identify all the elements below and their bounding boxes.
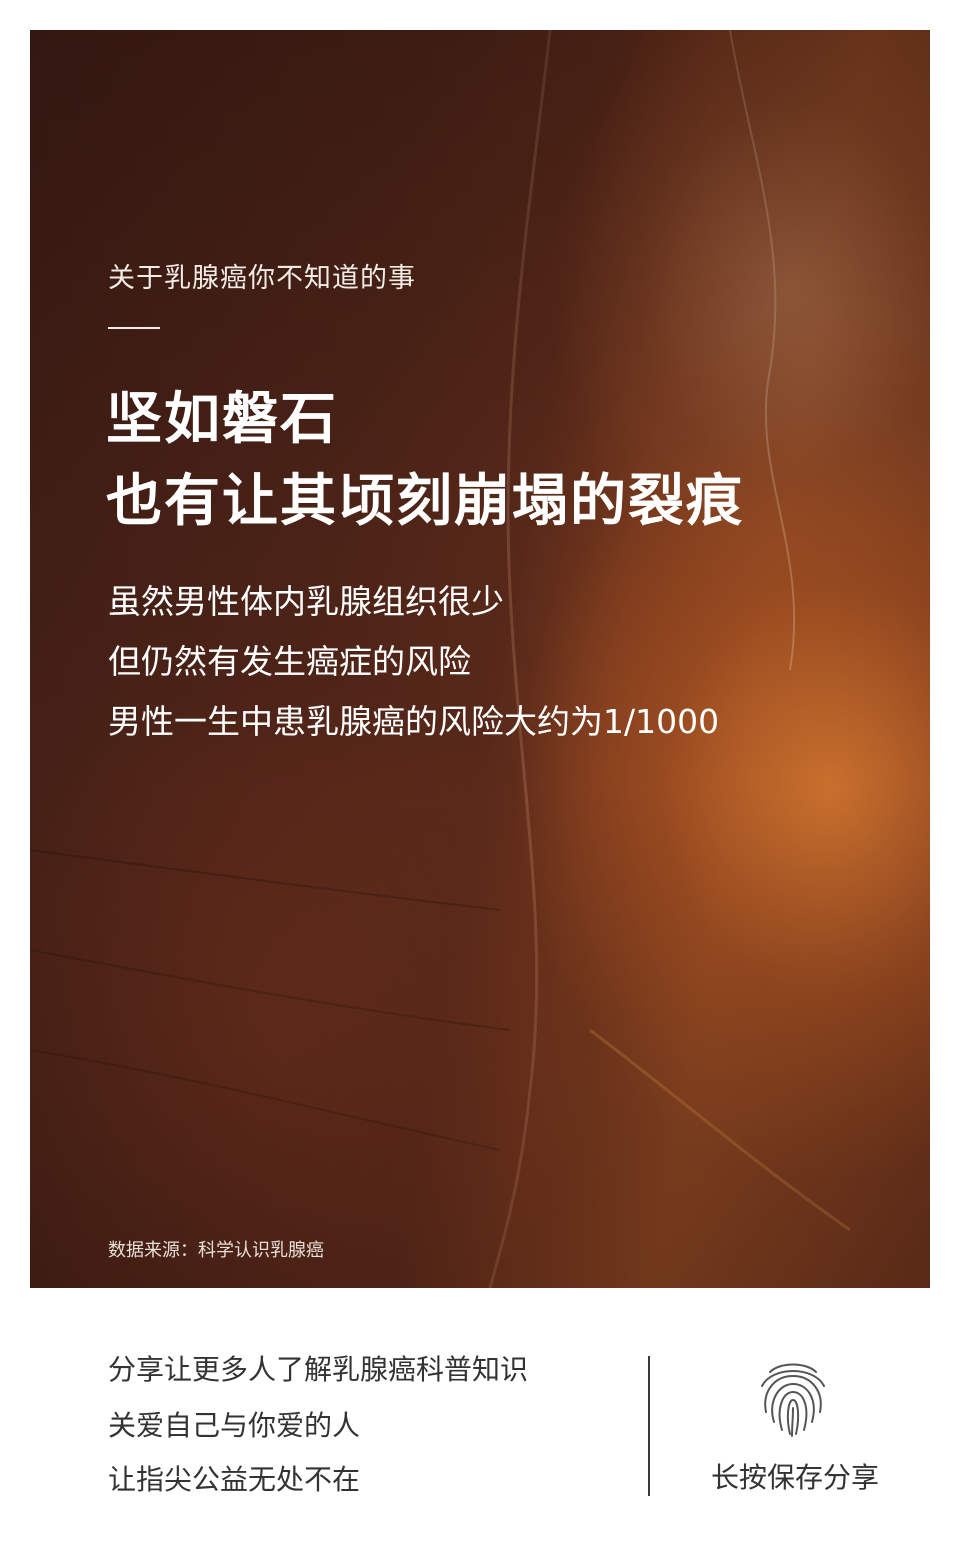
headline-line-1: 坚如磐石 [106,387,338,452]
poster-kicker: 关于乳腺癌你不知道的事 [108,263,416,294]
footer-divider [648,1356,650,1496]
body-line-1: 虽然男性体内乳腺组织很少 [108,582,504,621]
kicker-divider [108,327,160,329]
footer-line-1: 分享让更多人了解乳腺癌科普知识 [108,1353,529,1386]
footer-line-3: 让指尖公益无处不在 [108,1463,361,1496]
body-line-2: 但仍然有发生癌症的风险 [108,642,471,681]
footer-line-2: 关爱自己与你爱的人 [108,1409,361,1442]
data-source: 数据来源：科学认识乳腺癌 [108,1240,324,1261]
share-card: 关于乳腺癌你不知道的事 坚如磐石 也有让其顷刻崩塌的裂痕 虽然男性体内乳腺组织很… [0,0,960,1560]
fingerprint-icon[interactable] [748,1352,838,1442]
headline-line-2: 也有让其顷刻崩塌的裂痕 [106,469,744,534]
save-share-label[interactable]: 长按保存分享 [700,1460,890,1496]
poster-image: 关于乳腺癌你不知道的事 坚如磐石 也有让其顷刻崩塌的裂痕 虽然男性体内乳腺组织很… [30,30,930,1288]
body-line-3: 男性一生中患乳腺癌的风险大约为1/1000 [108,702,720,741]
